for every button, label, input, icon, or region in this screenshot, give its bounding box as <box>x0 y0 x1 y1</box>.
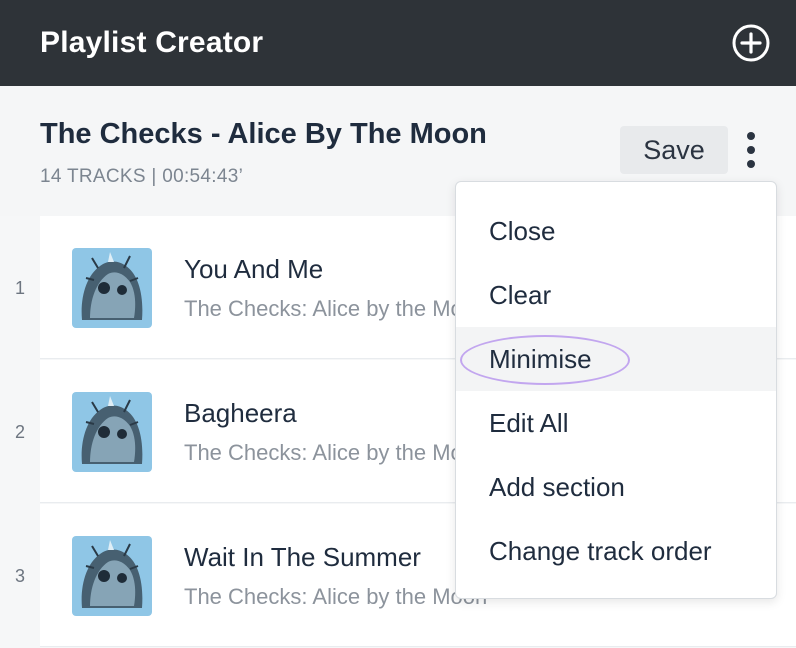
more-options-icon[interactable] <box>736 130 766 170</box>
playlist-title: The Checks - Alice By The Moon <box>40 118 487 150</box>
track-title: You And Me <box>184 254 324 284</box>
menu-item-close[interactable]: Close <box>456 199 776 263</box>
track-subtitle: The Checks: Alice by the Moon <box>184 296 488 321</box>
track-number: 3 <box>14 565 25 586</box>
track-title: Bagheera <box>184 398 297 428</box>
album-art[interactable] <box>72 536 152 616</box>
track-subtitle: The Checks: Alice by the Moon <box>184 440 488 465</box>
menu-item-minimise[interactable]: Minimise <box>456 327 776 391</box>
kebab-dot <box>747 132 755 140</box>
add-playlist-button[interactable] <box>730 22 772 64</box>
track-title: Wait In The Summer <box>184 542 421 572</box>
plus-circle-icon <box>732 24 770 62</box>
menu-item-label: Minimise <box>489 343 592 374</box>
playlist-meta: 14 TRACKS | 00:54:43’ <box>40 166 244 187</box>
playlist-options-menu: Close Clear Minimise Edit All Add sectio… <box>455 181 777 599</box>
kebab-dot <box>747 160 755 168</box>
album-art[interactable] <box>72 248 152 328</box>
kebab-dot <box>747 146 755 154</box>
menu-item-change-track-order[interactable]: Change track order <box>456 519 776 583</box>
top-bar: Playlist Creator <box>0 0 796 86</box>
track-subtitle: The Checks: Alice by the Moon <box>184 584 488 609</box>
track-number: 1 <box>14 277 25 298</box>
app-title: Playlist Creator <box>40 26 264 59</box>
track-number: 2 <box>14 421 25 442</box>
menu-item-edit-all[interactable]: Edit All <box>456 391 776 455</box>
album-art[interactable] <box>72 392 152 472</box>
menu-item-add-section[interactable]: Add section <box>456 455 776 519</box>
menu-item-clear[interactable]: Clear <box>456 263 776 327</box>
save-button[interactable]: Save <box>620 126 728 174</box>
